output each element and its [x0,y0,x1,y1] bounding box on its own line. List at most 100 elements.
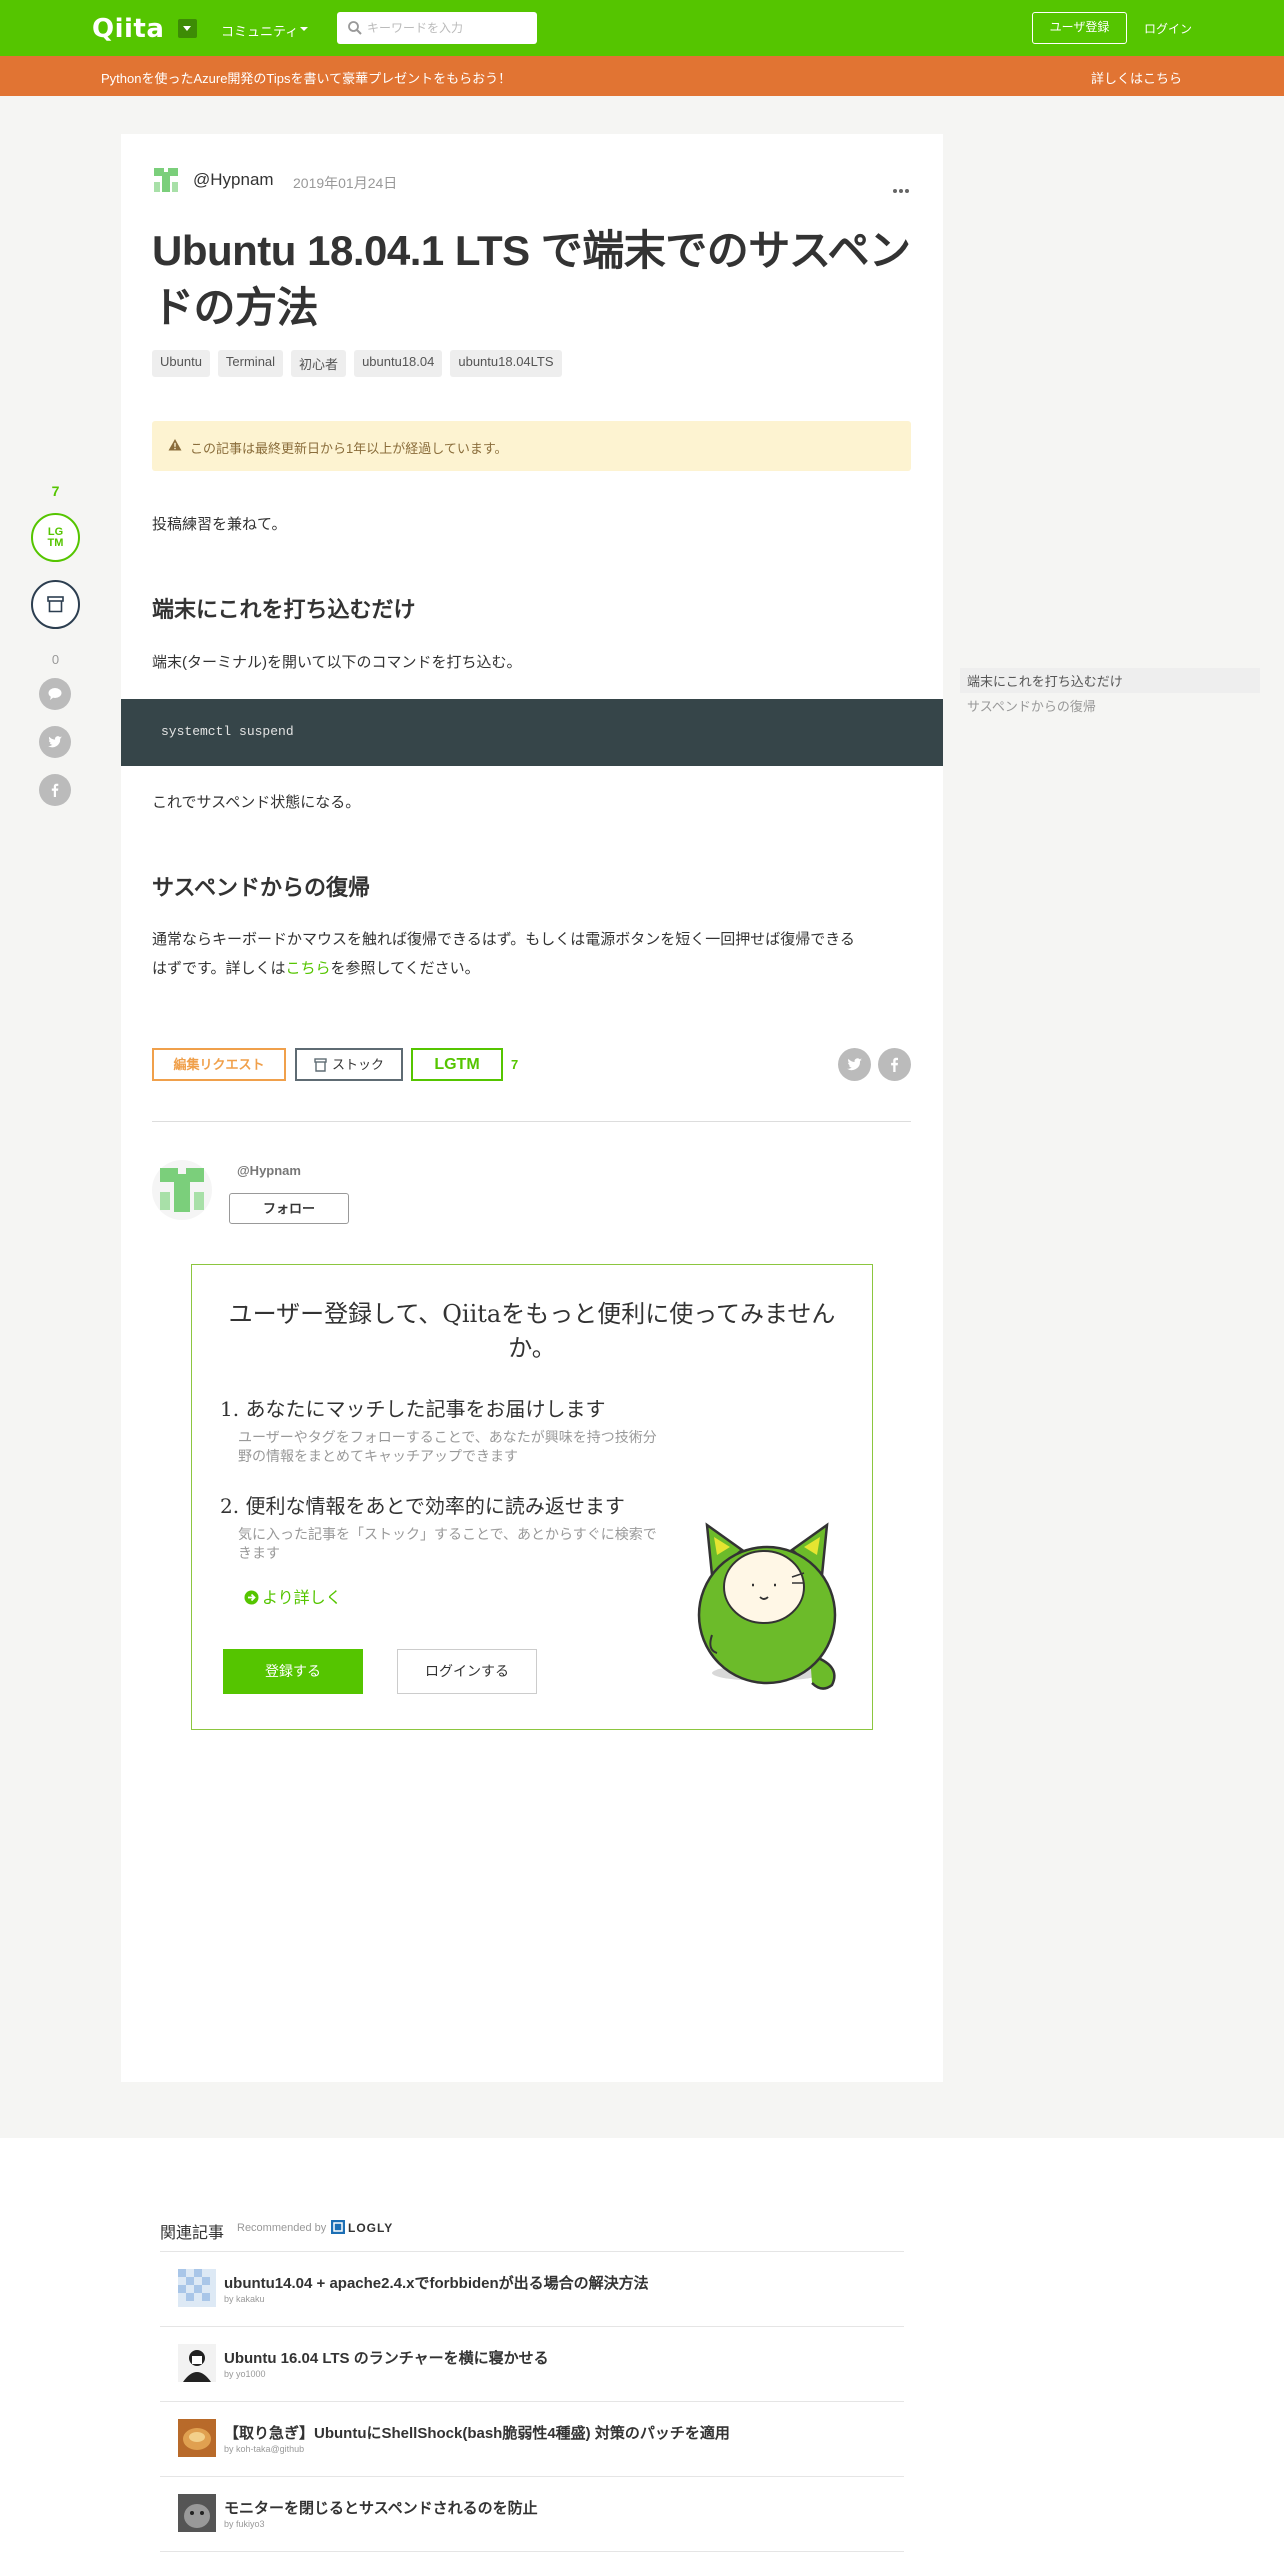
signup-promo-title: ユーザー登録して、Qiitaをもっと便利に使ってみませんか。 [228,1300,836,1362]
related-divider [160,2326,904,2327]
stock-label: ストック [331,1057,384,1072]
related-author: by fukiyo3 [224,2519,265,2529]
resume-text-a: はずです。詳しくは [152,960,286,977]
benefit-title-1: 1. あなたにマッチした記事をお届けします [220,1397,606,1421]
search-icon [348,21,362,35]
logly-brand[interactable]: LOGLY [348,2221,393,2235]
recommended-by-label: Recommended by [237,2222,327,2234]
lgtm-inline-button[interactable]: LGTM [411,1048,503,1081]
login-link[interactable]: ログイン [1144,20,1192,37]
related-divider [160,2401,904,2402]
caret-down-icon[interactable] [300,27,308,31]
learn-more-label: より詳しく [262,1588,342,1607]
facebook-icon[interactable] [39,774,71,806]
edit-request-button[interactable]: 編集リクエスト [152,1048,286,1081]
section-divider [152,1121,911,1122]
global-header: Qiita コミュニティ ユーザ登録 ログイン [0,0,1284,56]
stock-inline-button[interactable]: ストック [295,1048,403,1081]
related-heading: 関連記事 [160,2225,225,2242]
qiita-logo[interactable]: Qiita [92,14,164,44]
intro-paragraph: 投稿練習を兼ねて。 [152,516,287,533]
register-button[interactable]: 登録する [223,1649,363,1694]
paragraph-terminal: 端末(ターミナル)を開いて以下のコマンドを打ち込む。 [152,654,522,671]
banner-text[interactable]: Pythonを使ったAzure開発のTipsを書いて豪華プレゼントをもらおう！ [101,68,511,87]
code-text: systemctl suspend [161,724,294,739]
article-title: Ubuntu 18.04.1 LTS で端末でのサスペンドの方法 [152,227,911,331]
related-item[interactable]: Ubuntu 16.04 LTS のランチャーを横に寝かせる by yo1000 [178,2344,898,2394]
login-button[interactable]: ログインする [397,1649,537,1694]
stock-icon [314,1058,327,1072]
author-handle[interactable]: @Hypnam [237,1163,301,1178]
qiitan-mascot-icon [697,1522,837,1690]
logly-logo-icon[interactable] [331,2220,345,2234]
lgtm-label-bottom: TM [47,537,64,549]
reference-link[interactable]: こちら [286,960,331,977]
share-twitter-icon[interactable] [838,1048,871,1081]
tag-beginner[interactable]: 初心者 [291,350,347,377]
resume-text-b: を参照してください。 [330,960,480,977]
author-avatar[interactable] [152,166,180,194]
stock-button[interactable] [31,580,80,629]
related-thumbnail [178,2344,216,2382]
related-title[interactable]: モニターを閉じるとサスペンドされるのを防止 [224,2497,538,2518]
signup-promo-box: ユーザー登録して、Qiitaをもっと便利に使ってみませんか。 1. あなたにマッ… [191,1264,873,1730]
twitter-icon[interactable] [39,726,71,758]
lgtm-count: 7 [51,483,60,499]
follow-button[interactable]: フォロー [229,1193,349,1224]
lgtm-button[interactable]: LG TM [31,513,80,562]
tag-terminal[interactable]: Terminal [217,350,284,377]
related-title[interactable]: ubuntu14.04 + apache2.4.xでforbbidenが出る場合… [224,2272,649,2293]
banner-details-link[interactable]: 詳しくはこちら [1091,68,1182,87]
related-author: by koh-taka@github [224,2444,305,2454]
author-avatar-large[interactable] [152,1160,212,1220]
code-block: systemctl suspend [121,699,943,766]
chevron-down-icon[interactable] [178,19,197,38]
related-author: by kakaku [224,2294,265,2304]
more-options-icon[interactable] [893,180,911,198]
search-input[interactable] [367,12,532,44]
alert-text: この記事は最終更新日から1年以上が経過しています。 [190,441,508,456]
related-item[interactable]: モニターを閉じるとサスペンドされるのを防止 by fukiyo3 [178,2494,898,2544]
related-item[interactable]: 【取り急ぎ】UbuntuにShellShock(bash脆弱性4種盛) 対策のパ… [178,2419,898,2469]
stock-icon [47,596,64,613]
comment-count: 0 [51,652,60,667]
section-heading-1: 端末にこれを打ち込むだけ [152,597,416,622]
toc-item-2[interactable]: サスペンドからの復帰 [960,693,1260,718]
related-thumbnail [178,2494,216,2532]
learn-more-link[interactable]: より詳しく [244,1584,342,1608]
article-date: 2019年01月24日 [293,175,398,191]
tag-ubuntu1804lts[interactable]: ubuntu18.04LTS [450,350,562,377]
toc-item-1[interactable]: 端末にこれを打ち込むだけ [960,668,1260,693]
benefit-desc-2: 気に入った記事を「ストック」することで、あとからすぐに検索できます [238,1526,657,1561]
facebook-f-glyph [891,1057,899,1072]
related-divider [160,2251,904,2252]
tag-ubuntu1804[interactable]: ubuntu18.04 [354,350,443,377]
tag-list: Ubuntu Terminal 初心者 ubuntu18.04 ubuntu18… [152,350,562,377]
twitter-bird-glyph [48,736,62,748]
related-thumbnail [178,2419,216,2457]
facebook-f-glyph [51,783,59,797]
related-title[interactable]: 【取り急ぎ】UbuntuにShellShock(bash脆弱性4種盛) 対策のパ… [224,2422,730,2443]
benefit-item-2: 2. 便利な情報をあとで効率的に読み返せます 気に入った記事を「ストック」するこ… [220,1490,670,1563]
related-divider [160,2551,904,2552]
author-link[interactable]: @Hypnam [193,170,274,190]
arrow-circle-right-icon [244,1590,259,1605]
tag-ubuntu[interactable]: Ubuntu [152,350,210,377]
related-item[interactable]: ubuntu14.04 + apache2.4.xでforbbidenが出る場合… [178,2269,898,2319]
table-of-contents: 端末にこれを打ち込むだけ サスペンドからの復帰 [960,668,1260,718]
warning-icon [168,439,182,451]
community-menu[interactable]: コミュニティ [221,21,298,40]
twitter-bird-glyph [847,1058,862,1071]
outdated-alert: この記事は最終更新日から1年以上が経過しています。 [152,421,911,471]
lgtm-inline-count: 7 [511,1057,519,1072]
benefit-item-1: 1. あなたにマッチした記事をお届けします ユーザーやタグをフォローすることで、… [220,1393,670,1466]
related-title[interactable]: Ubuntu 16.04 LTS のランチャーを横に寝かせる [224,2347,549,2368]
signup-button[interactable]: ユーザ登録 [1032,12,1127,44]
benefit-title-2: 2. 便利な情報をあとで効率的に読み返せます [220,1494,625,1518]
promo-banner: Pythonを使ったAzure開発のTipsを書いて豪華プレゼントをもらおう！ … [0,56,1284,96]
comment-icon[interactable] [39,678,71,710]
related-author: by yo1000 [224,2369,266,2379]
share-facebook-icon[interactable] [878,1048,911,1081]
section-heading-2: サスペンドからの復帰 [152,875,371,900]
related-divider [160,2476,904,2477]
